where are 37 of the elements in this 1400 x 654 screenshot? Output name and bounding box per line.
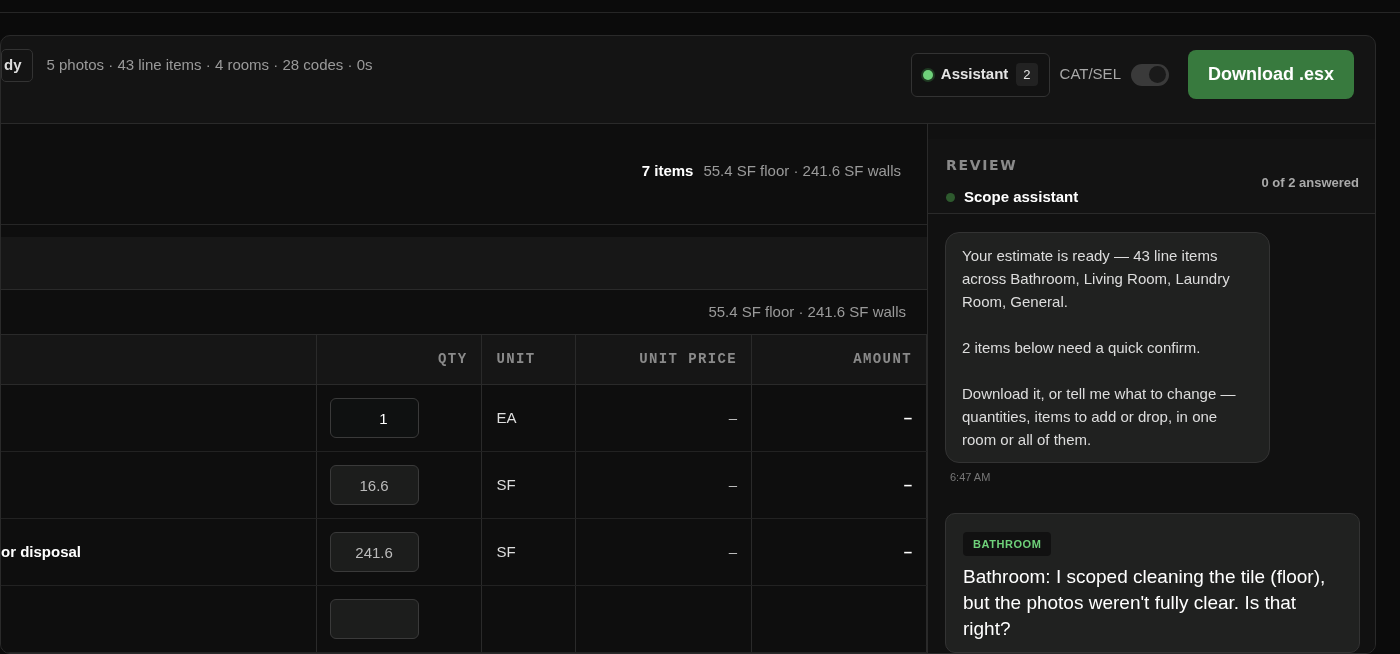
quantity-field[interactable]: 16.6	[329, 465, 419, 505]
message-paragraph: Download it, or tell me what to change — quantities, items to add or drop, in one room or all of them.	[962, 384, 1237, 450]
quantity-field[interactable]: 1	[329, 398, 419, 438]
progress-text: 0 of 2 answered	[1261, 174, 1359, 192]
download-button[interactable]: Download .esx	[1187, 50, 1354, 99]
status-badge: dy	[1, 49, 33, 82]
section-heading: REVIEW	[946, 156, 1019, 175]
quantity-field[interactable]	[329, 599, 419, 639]
panel-title: Scope assistant	[964, 187, 1079, 207]
assistant-button[interactable]: Assistant 2	[910, 52, 1050, 97]
message-paragraph: 2 items below need a quick confirm.	[962, 338, 1202, 358]
table-cell-text: SF	[496, 541, 516, 562]
room-tag: BATHROOM	[963, 531, 1052, 556]
room-measurements: 55.4 SF floor · 241.6 SF walls	[703, 161, 901, 181]
table-cell-text: –	[903, 474, 912, 495]
table-cell-text: SF	[496, 474, 516, 495]
column-header: UNIT	[496, 350, 536, 369]
toggle-switch[interactable]	[1130, 63, 1169, 86]
toggle-label: CAT/SEL	[1059, 64, 1121, 85]
table-cell-text: –	[903, 541, 912, 562]
table-cell-text: EA	[496, 407, 517, 428]
column-header: UNIT PRICE	[639, 350, 738, 369]
table-cell-text: –	[728, 407, 738, 428]
item-description: or disposal	[1, 541, 82, 562]
column-header: QTY	[438, 350, 468, 369]
item-count: 7 items	[641, 161, 694, 181]
summary-text: 5 photos · 43 line items · 4 rooms · 28 codes · 0s	[46, 55, 373, 75]
section-measurements: 55.4 SF floor · 241.6 SF walls	[708, 301, 906, 322]
table-cell-text: –	[728, 541, 738, 562]
quantity-field[interactable]: 241.6	[329, 532, 419, 572]
count-badge: 2	[1016, 62, 1038, 87]
table-cell-text: –	[728, 474, 738, 495]
message-paragraph: Your estimate is ready — 43 line items across Bathroom, Living Room, Laundry Room, General.	[962, 246, 1231, 312]
table-cell-text: –	[903, 407, 912, 428]
message-time: 6:47 AM	[950, 470, 992, 485]
column-header: AMOUNT	[853, 350, 912, 369]
question-text: Bathroom: I scoped cleaning the tile (floor), but the photos weren't fully clear. Is that right?	[963, 565, 1327, 641]
